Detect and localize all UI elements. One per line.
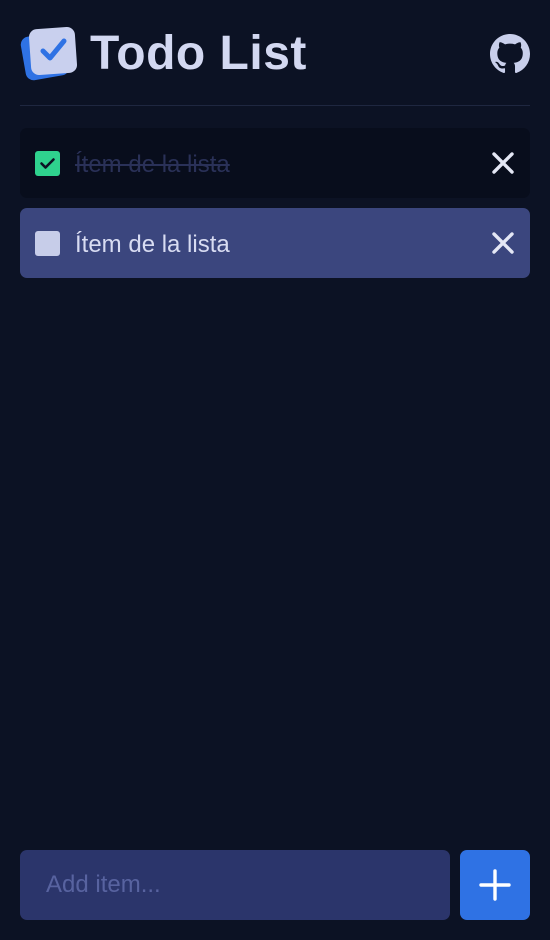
page-title: Todo List — [90, 27, 307, 80]
item-checkbox-checked[interactable] — [35, 151, 60, 176]
add-item-button[interactable] — [460, 850, 530, 920]
close-icon[interactable] — [490, 230, 516, 256]
plus-icon — [460, 868, 530, 902]
github-icon[interactable] — [490, 34, 530, 74]
add-item-input[interactable] — [20, 850, 450, 920]
item-label: Ítem de la lista — [75, 151, 230, 178]
list-item: Ítem de la lista — [20, 208, 530, 278]
app-header: Todo List — [20, 0, 530, 106]
add-item-bar — [20, 850, 530, 920]
item-checkbox-unchecked[interactable] — [35, 231, 60, 256]
checkbox-logo-icon — [20, 24, 82, 84]
close-icon[interactable] — [490, 150, 516, 176]
list-item: Ítem de la lista — [20, 128, 530, 198]
item-label: Ítem de la lista — [75, 231, 230, 258]
todo-list: Ítem de la lista Ítem de la lista — [20, 128, 530, 288]
todo-app: Todo List Ítem de la lista Ítem de la li… — [0, 0, 550, 940]
